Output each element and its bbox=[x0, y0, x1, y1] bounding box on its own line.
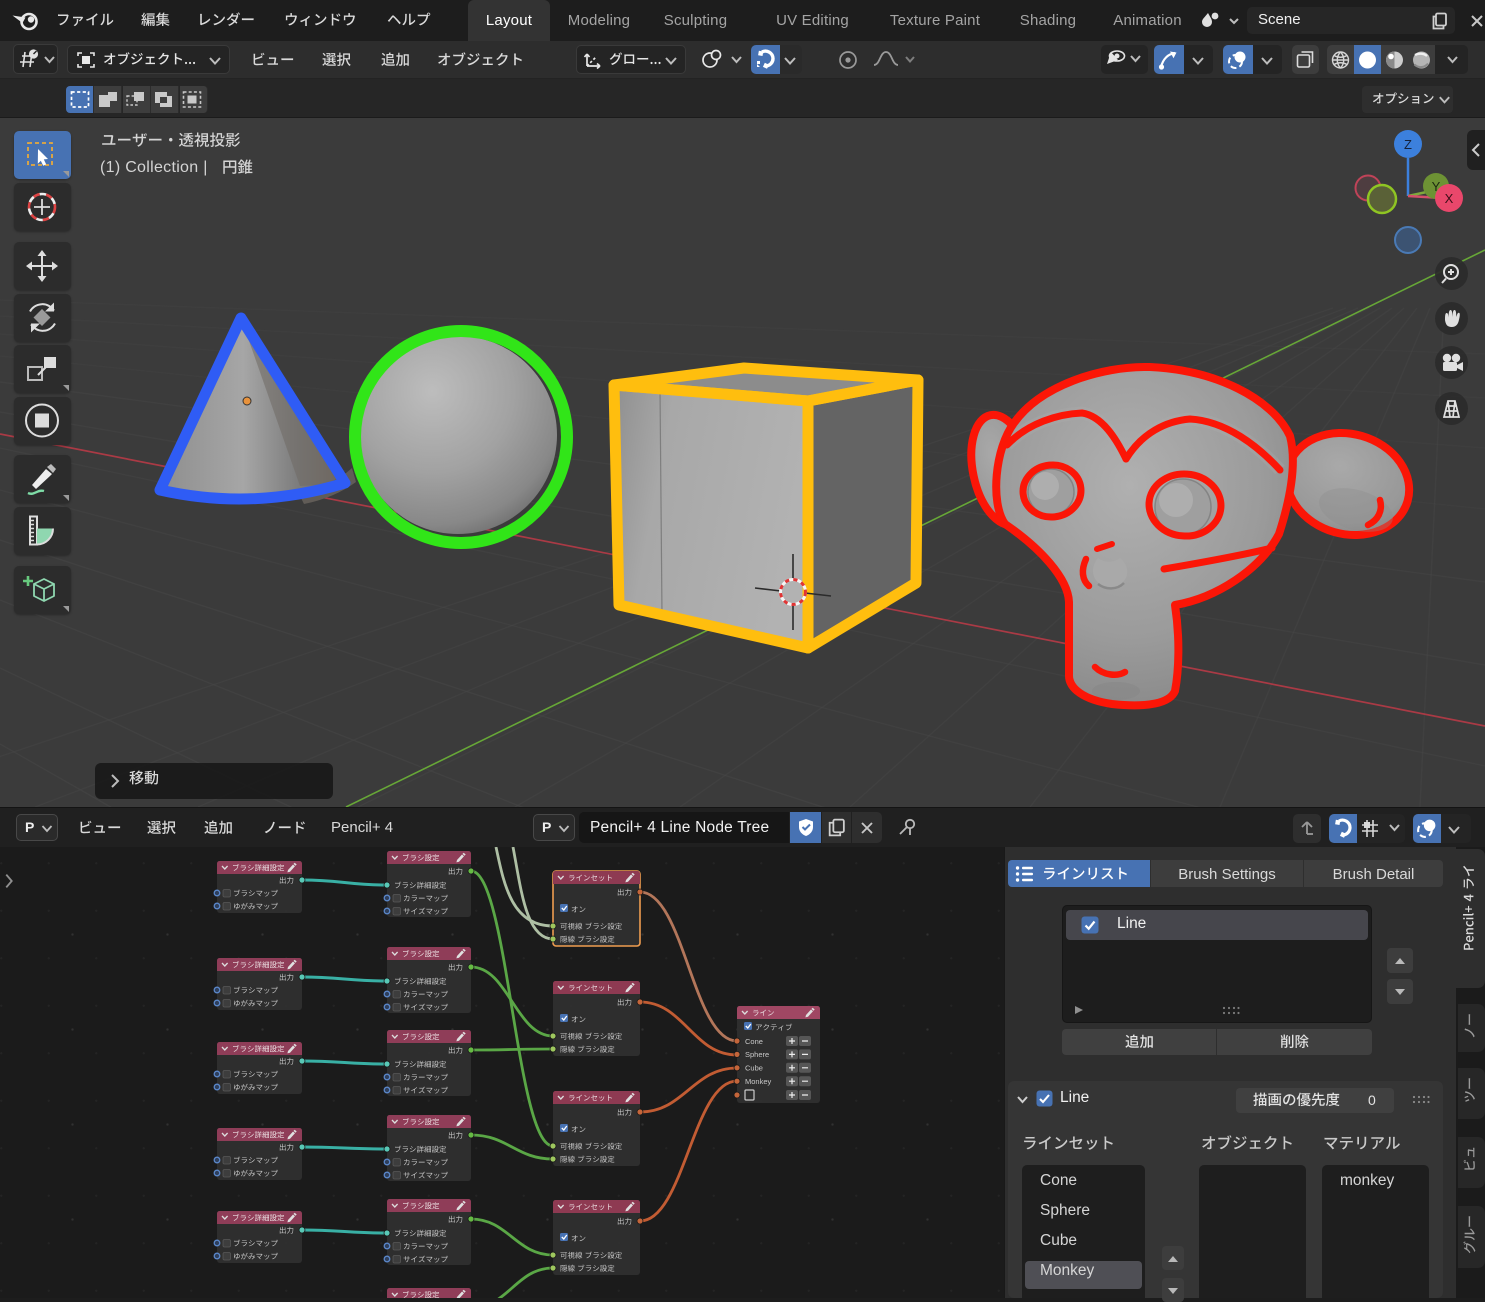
svg-text:X: X bbox=[1445, 191, 1454, 206]
svg-text:Z: Z bbox=[1404, 137, 1412, 152]
svg-text:Cube: Cube bbox=[745, 1064, 763, 1073]
svg-text:Monkey: Monkey bbox=[745, 1077, 772, 1086]
svg-text:Cone: Cone bbox=[745, 1037, 763, 1046]
svg-text:Sphere: Sphere bbox=[745, 1050, 769, 1059]
